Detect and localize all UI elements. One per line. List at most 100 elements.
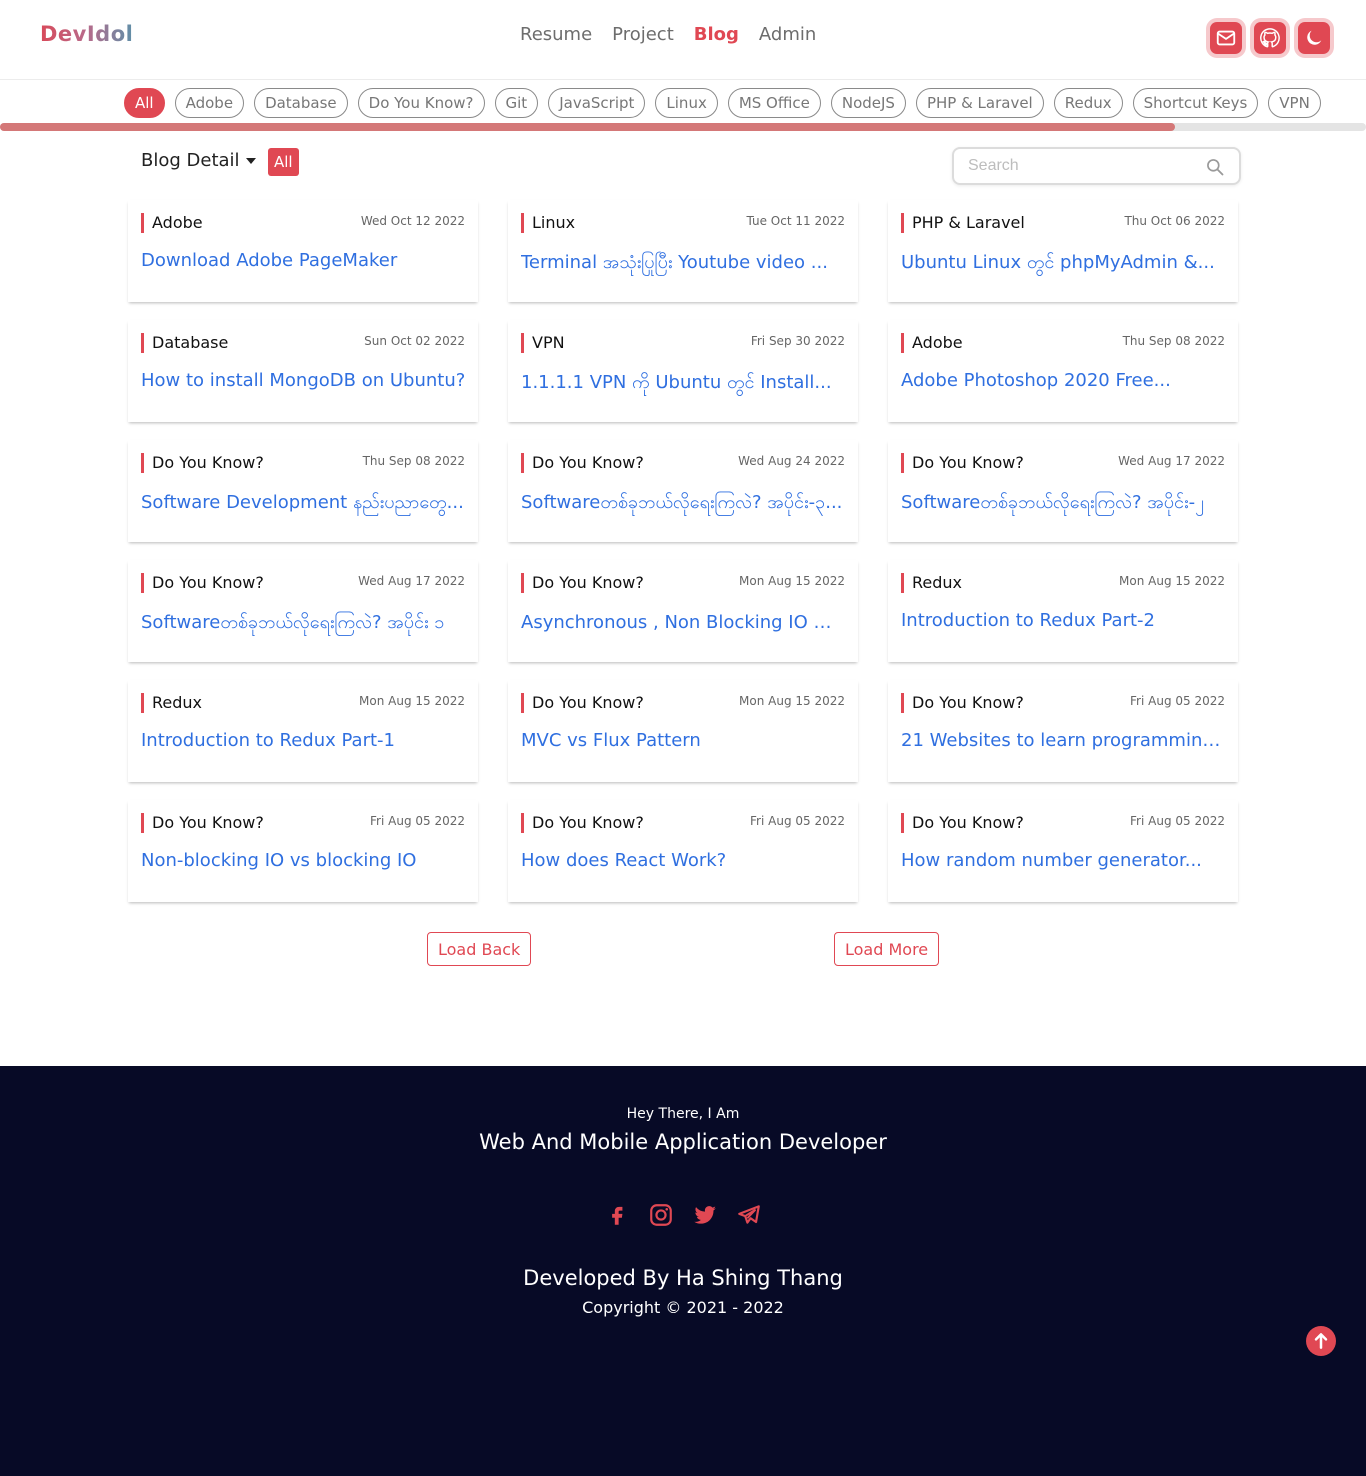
category-scrollbar-thumb[interactable] [0, 123, 1175, 131]
scroll-to-top-button[interactable] [1306, 1326, 1336, 1356]
post-category: Do You Know? [141, 453, 264, 473]
post-date: Fri Aug 05 2022 [1130, 814, 1225, 828]
post-card[interactable]: Linux Tue Oct 11 2022 Terminal အသုံးပြုပြီ… [508, 200, 858, 302]
arrow-up-icon [1314, 1333, 1328, 1349]
post-card[interactable]: Do You Know? Fri Aug 05 2022 Non-blocking … [128, 800, 478, 902]
post-category: Adobe [901, 333, 963, 353]
category-chip-javascript[interactable]: JavaScript [548, 88, 646, 118]
moon-icon[interactable] [1298, 22, 1330, 54]
site-logo[interactable]: DevIdol [40, 22, 133, 46]
post-title-link[interactable]: Softwareတစ်ခုဘယ်လိုရေးကြလဲ? အပိုင်း ၁ [141, 610, 467, 637]
post-card[interactable]: Database Sun Oct 02 2022 How to install Mo… [128, 320, 478, 422]
load-more-button[interactable]: Load More [834, 932, 940, 966]
twitter-icon[interactable] [692, 1202, 718, 1228]
post-title-link[interactable]: Software Development နည်းပညာတွေ... [141, 490, 467, 517]
post-date: Tue Oct 11 2022 [746, 214, 846, 228]
post-card[interactable]: PHP & Laravel Thu Oct 06 2022 Ubuntu Linux… [888, 200, 1238, 302]
post-title-link[interactable]: Download Adobe PageMaker [141, 250, 467, 271]
main-nav: Resume Project Blog Admin [520, 24, 816, 45]
category-chip-shortcut-keys[interactable]: Shortcut Keys [1132, 88, 1259, 118]
post-card[interactable]: Adobe Thu Sep 08 2022 Adobe Photoshop 2020… [888, 320, 1238, 422]
category-chip-do-you-know[interactable]: Do You Know? [357, 88, 485, 118]
footer-copyright: Copyright © 2021 - 2022 [582, 1298, 784, 1317]
post-category: Do You Know? [521, 813, 644, 833]
post-date: Wed Aug 17 2022 [1118, 454, 1225, 468]
post-title-link[interactable]: 1.1.1.1 VPN ကို Ubuntu တွင် Install... [521, 370, 847, 397]
header-actions [1210, 22, 1330, 54]
post-card[interactable]: VPN Fri Sep 30 2022 1.1.1.1 VPN ကို Ubuntu… [508, 320, 858, 422]
post-category: VPN [521, 333, 565, 353]
post-title-link[interactable]: Ubuntu Linux တွင် phpMyAdmin &... [901, 250, 1227, 277]
facebook-icon[interactable] [604, 1202, 630, 1228]
post-title-link[interactable]: Terminal အသုံးပြုပြီး Youtube video ... [521, 250, 847, 277]
category-chip-ms-office[interactable]: MS Office [727, 88, 821, 118]
post-title-link[interactable]: Non-blocking IO vs blocking IO [141, 850, 467, 871]
post-title-link[interactable]: Asynchronous , Non Blocking IO က... [521, 610, 847, 637]
nav-admin[interactable]: Admin [759, 24, 816, 45]
category-chip-php-laravel[interactable]: PHP & Laravel [915, 88, 1044, 118]
post-card[interactable]: Do You Know? Mon Aug 15 2022 MVC vs Flux P… [508, 680, 858, 782]
github-icon[interactable] [1254, 22, 1286, 54]
load-back-button[interactable]: Load Back [427, 932, 532, 966]
post-title-link[interactable]: Softwareတစ်ခုဘယ်လိုရေးကြလဲ? အပိုင်း-၃... [521, 490, 847, 517]
post-card[interactable]: Do You Know? Fri Aug 05 2022 How random nu… [888, 800, 1238, 902]
category-chip-all[interactable]: All [124, 88, 165, 118]
blog-detail-dropdown[interactable]: Blog Detail [141, 150, 256, 171]
nav-project[interactable]: Project [612, 24, 674, 45]
post-title-link[interactable]: Softwareတစ်ခုဘယ်လိုရေးကြလဲ? အပိုင်း-၂ [901, 490, 1227, 517]
category-chip-vpn[interactable]: VPN [1268, 88, 1321, 118]
post-card[interactable]: Redux Mon Aug 15 2022 Introduction to Redu… [888, 560, 1238, 662]
blog-detail-label: Blog Detail [141, 150, 240, 171]
post-title-link[interactable]: 21 Websites to learn programming... [901, 730, 1227, 751]
category-chip-database[interactable]: Database [254, 88, 348, 118]
category-chip-redux[interactable]: Redux [1053, 88, 1123, 118]
active-filter-badge: All [268, 148, 299, 176]
post-title-link[interactable]: How random number generator... [901, 850, 1227, 871]
post-title-link[interactable]: How does React Work? [521, 850, 847, 871]
post-card[interactable]: Adobe Wed Oct 12 2022 Download Adobe PageM… [128, 200, 478, 302]
post-date: Wed Oct 12 2022 [360, 214, 465, 228]
mail-icon[interactable] [1210, 22, 1242, 54]
instagram-icon[interactable] [648, 1202, 674, 1228]
category-chip-adobe[interactable]: Adobe [174, 88, 245, 118]
search-input[interactable] [968, 156, 1188, 176]
post-title-link[interactable]: Adobe Photoshop 2020 Free... [901, 370, 1227, 391]
post-date: Fri Aug 05 2022 [750, 814, 845, 828]
post-title-link[interactable]: Introduction to Redux Part-1 [141, 730, 467, 751]
post-title-link[interactable]: Introduction to Redux Part-2 [901, 610, 1227, 631]
category-chip-linux[interactable]: Linux [655, 88, 718, 118]
top-header: DevIdol Resume Project Blog Admin [0, 0, 1366, 80]
post-date: Mon Aug 15 2022 [1119, 574, 1225, 588]
nav-blog[interactable]: Blog [694, 24, 739, 45]
telegram-icon[interactable] [736, 1202, 762, 1228]
post-date: Fri Aug 05 2022 [1130, 694, 1225, 708]
post-card[interactable]: Do You Know? Fri Aug 05 2022 21 Websites t… [888, 680, 1238, 782]
post-date: Fri Aug 05 2022 [370, 814, 465, 828]
post-date: Fri Sep 30 2022 [750, 334, 845, 348]
post-date: Wed Aug 17 2022 [358, 574, 465, 588]
nav-resume[interactable]: Resume [520, 24, 592, 45]
post-card[interactable]: Do You Know? Wed Aug 17 2022 Softwareတစ်ခု… [128, 560, 478, 662]
post-category: Database [141, 333, 228, 353]
search-icon[interactable] [1205, 157, 1225, 177]
footer-developer: Developed By Ha Shing Thang [523, 1266, 843, 1290]
post-category: Do You Know? [521, 573, 644, 593]
post-card[interactable]: Do You Know? Wed Aug 24 2022 Softwareတစ်ခု… [508, 440, 858, 542]
post-category: Do You Know? [901, 693, 1024, 713]
caret-down-icon [245, 157, 256, 164]
category-chip-git[interactable]: Git [494, 88, 539, 118]
post-title-link[interactable]: MVC vs Flux Pattern [521, 730, 847, 751]
post-card[interactable]: Do You Know? Mon Aug 15 2022 Asynchronous … [508, 560, 858, 662]
post-card[interactable]: Do You Know? Wed Aug 17 2022 Softwareတစ်ခု… [888, 440, 1238, 542]
post-card[interactable]: Redux Mon Aug 15 2022 Introduction to Redu… [128, 680, 478, 782]
search-box [952, 147, 1241, 185]
post-card[interactable]: Do You Know? Thu Sep 08 2022 Software Deve… [128, 440, 478, 542]
category-chip-list: All Adobe Database Do You Know? Git Java… [124, 88, 1321, 118]
post-date: Mon Aug 15 2022 [359, 694, 465, 708]
post-card[interactable]: Do You Know? Fri Aug 05 2022 How does Reac… [508, 800, 858, 902]
post-date: Thu Sep 08 2022 [1122, 334, 1225, 348]
category-chip-nodejs[interactable]: NodeJS [830, 88, 906, 118]
post-title-link[interactable]: How to install MongoDB on Ubuntu? [141, 370, 467, 391]
post-category: Do You Know? [141, 813, 264, 833]
post-category: Redux [141, 693, 202, 713]
